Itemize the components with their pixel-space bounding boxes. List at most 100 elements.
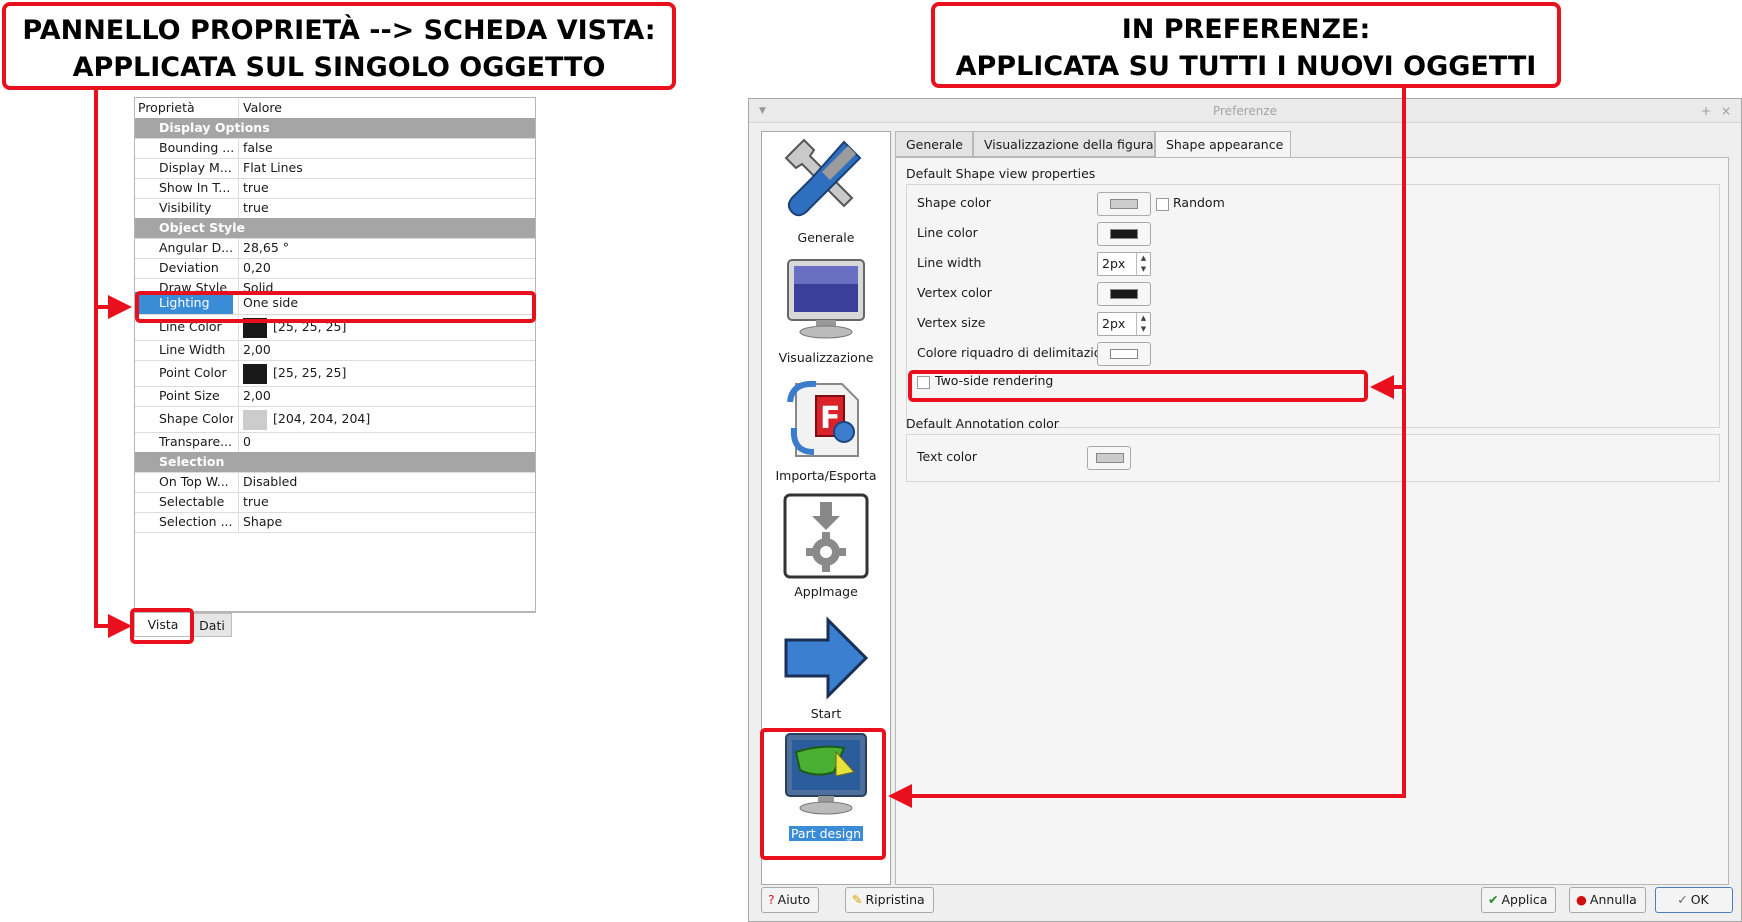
- prop-row-visibility[interactable]: Visibility true: [135, 198, 535, 219]
- right-callout-line-2: APPLICATA SU TUTTI I NUOVI OGGETTI: [955, 51, 1537, 82]
- prop-row-point-size[interactable]: Point Size 2,00: [135, 386, 535, 407]
- close-icon[interactable]: ×: [1721, 99, 1731, 123]
- help-button[interactable]: ? Aiuto: [761, 887, 820, 913]
- prop-row-on-top-when[interactable]: On Top W... Disabled: [135, 472, 535, 493]
- shape-color-swatch: [243, 409, 267, 430]
- arrow-to-lighting-icon: [108, 295, 132, 319]
- spin-arrows-icon[interactable]: ▲ ▼: [1136, 253, 1150, 275]
- vertex-size-value: 2px: [1102, 316, 1126, 331]
- reset-button[interactable]: ✎ Ripristina: [845, 887, 934, 913]
- sidebar-item-start[interactable]: Start: [762, 606, 890, 726]
- annotation-color-group: [906, 434, 1720, 482]
- header-value: Valore: [238, 98, 282, 118]
- dialog-title: Preferenze: [1212, 104, 1278, 118]
- tab-generale[interactable]: Generale: [895, 131, 973, 157]
- dialog-titlebar: ▼ Preferenze + ×: [749, 99, 1741, 123]
- sidebar-label-start: Start: [810, 706, 842, 721]
- text-color-button[interactable]: [1087, 446, 1131, 470]
- broom-icon: ✎: [852, 892, 863, 907]
- property-panel-tabs: Vista Dati: [134, 612, 536, 638]
- prop-row-angular-deflection[interactable]: Angular D... 28,65 °: [135, 238, 535, 259]
- shape-color-value: [204, 204, 204]: [273, 411, 371, 426]
- left-callout-line-1: PANNELLO PROPRIETÀ --> SCHEDA VISTA:: [22, 15, 656, 46]
- right-annotation-callout: IN PREFERENZE: APPLICATA SU TUTTI I NUOV…: [931, 2, 1561, 88]
- tools-icon: [784, 138, 862, 217]
- sidebar-item-importa-esporta[interactable]: F Importa/Esporta: [762, 372, 890, 492]
- import-export-icon: F: [787, 380, 859, 457]
- apply-button[interactable]: ✔ Applica: [1481, 887, 1557, 913]
- right-callout-line-1: IN PREFERENZE:: [1121, 14, 1371, 45]
- property-panel: Proprietà Valore Display Options Boundin…: [134, 97, 536, 612]
- prop-row-deviation[interactable]: Deviation 0,20: [135, 258, 535, 279]
- point-color-swatch: [243, 363, 267, 384]
- two-side-highlight-box: [908, 370, 1368, 402]
- tab-visualizzazione-figura[interactable]: Visualizzazione della figura: [973, 131, 1155, 157]
- window-menu-icon[interactable]: ▼: [759, 99, 766, 123]
- line-width-label: Line width: [917, 255, 982, 270]
- sidebar-label-importa-esporta: Importa/Esporta: [775, 468, 877, 483]
- sidebar-label-appimage: AppImage: [794, 584, 858, 599]
- line-color-label: Line color: [917, 225, 978, 240]
- prop-row-shape-color[interactable]: Shape Color [204, 204, 204]: [135, 406, 535, 433]
- shape-section-title: Default Shape view properties: [906, 166, 1096, 181]
- vertex-color-button[interactable]: [1097, 282, 1151, 306]
- random-checkbox[interactable]: [1156, 198, 1169, 211]
- prop-row-point-color[interactable]: Point Color [25, 25, 25]: [135, 360, 535, 387]
- cancel-icon: ●: [1576, 892, 1587, 907]
- bbox-color-button[interactable]: [1097, 342, 1151, 366]
- sidebar-item-generale[interactable]: Generale: [762, 132, 890, 252]
- sidebar-item-appimage[interactable]: AppImage: [762, 492, 890, 606]
- prop-row-line-width[interactable]: Line Width 2,00: [135, 340, 535, 361]
- sidebar-item-visualizzazione[interactable]: Visualizzazione: [762, 252, 890, 372]
- vertex-size-label: Vertex size: [917, 315, 986, 330]
- sidebar-label-generale: Generale: [797, 230, 855, 245]
- arrow-right-icon: [784, 616, 869, 700]
- arrow-to-two-side-icon: [1370, 375, 1394, 399]
- ok-button[interactable]: ✓ OK: [1655, 887, 1733, 913]
- vertex-size-spinbox[interactable]: 2px ▲ ▼: [1097, 312, 1151, 336]
- check-icon: ✔: [1488, 892, 1499, 907]
- text-color-label: Text color: [917, 449, 978, 464]
- prop-row-selection-style[interactable]: Selection ... Shape: [135, 512, 535, 533]
- appimage-icon: [783, 493, 869, 579]
- group-display-options[interactable]: Display Options: [135, 118, 535, 139]
- left-annotation-callout: PANNELLO PROPRIETÀ --> SCHEDA VISTA: APP…: [2, 2, 676, 90]
- line-width-spinbox[interactable]: 2px ▲ ▼: [1097, 252, 1151, 276]
- prop-row-display-mode[interactable]: Display M... Flat Lines: [135, 158, 535, 179]
- prop-row-bounding[interactable]: Bounding ... false: [135, 138, 535, 159]
- line-color-button[interactable]: [1097, 222, 1151, 246]
- annotation-section-title: Default Annotation color: [906, 416, 1059, 431]
- shape-color-button[interactable]: [1097, 192, 1151, 216]
- point-color-value: [25, 25, 25]: [273, 365, 347, 380]
- prop-row-selectable[interactable]: Selectable true: [135, 492, 535, 513]
- group-selection[interactable]: Selection: [135, 452, 535, 473]
- cancel-button[interactable]: ● Annulla: [1569, 887, 1646, 913]
- prop-row-show-in-tree[interactable]: Show In T... true: [135, 178, 535, 199]
- bbox-color-label: Colore riquadro di delimitazione: [917, 345, 1118, 360]
- right-connector-to-part-design: [906, 794, 1406, 798]
- sidebar-label-visualizzazione: Visualizzazione: [778, 350, 874, 365]
- arrow-to-vista-icon: [108, 614, 132, 638]
- group-object-style[interactable]: Object Style: [135, 218, 535, 239]
- shape-color-label: Shape color: [917, 195, 991, 210]
- left-connector-vertical: [94, 88, 98, 628]
- spin-arrows-icon[interactable]: ▲ ▼: [1136, 313, 1150, 335]
- line-width-value: 2px: [1102, 256, 1126, 271]
- shape-appearance-page: Default Shape view properties Shape colo…: [895, 157, 1729, 885]
- left-callout-line-2: APPLICATA SUL SINGOLO OGGETTO: [72, 52, 606, 83]
- monitor-icon: [787, 259, 865, 339]
- part-design-highlight-box: [760, 728, 886, 860]
- header-property: Proprietà: [138, 100, 195, 115]
- pin-icon[interactable]: +: [1701, 99, 1711, 123]
- tab-dati[interactable]: Dati: [192, 613, 232, 637]
- arrow-to-part-design-icon: [888, 784, 912, 808]
- vertex-color-label: Vertex color: [917, 285, 992, 300]
- lighting-highlight-box: [135, 291, 536, 323]
- tab-shape-appearance[interactable]: Shape appearance: [1155, 131, 1291, 159]
- ok-icon: ✓: [1677, 892, 1688, 907]
- property-header: Proprietà Valore: [135, 98, 535, 119]
- help-icon: ?: [768, 892, 775, 907]
- vista-tab-highlight-box: [130, 608, 194, 644]
- right-connector-vertical: [1402, 86, 1406, 798]
- prop-row-transparency[interactable]: Transpare... 0: [135, 432, 535, 453]
